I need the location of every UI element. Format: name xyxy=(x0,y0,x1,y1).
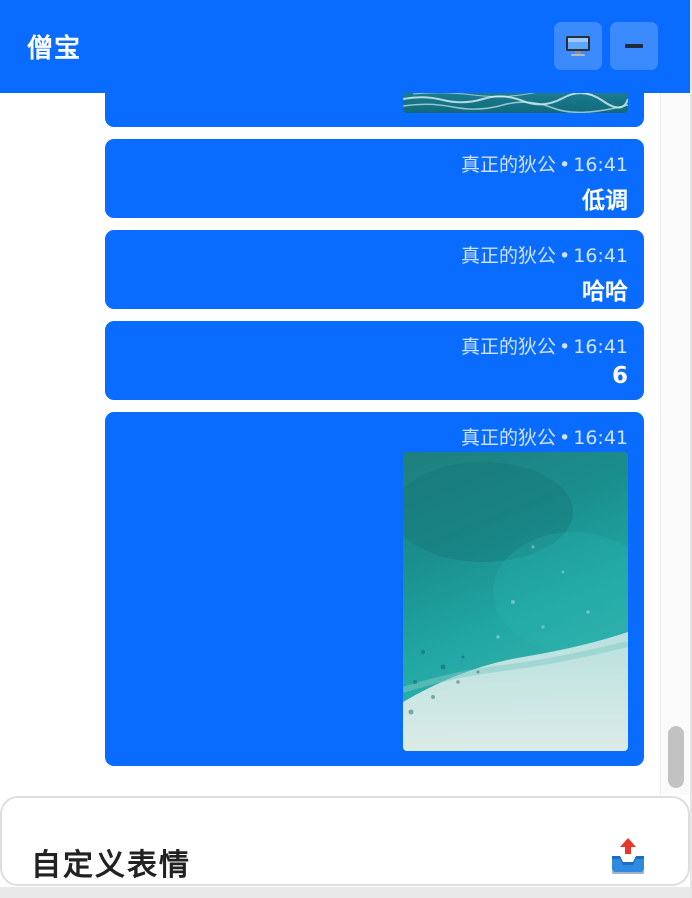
message-meta: 真正的狄公 • 16:41 xyxy=(461,423,628,450)
message-meta: 真正的狄公 • 16:41 xyxy=(461,150,628,177)
message-bubble-image[interactable]: 真正的狄公 • 16:41 xyxy=(105,412,644,766)
message-text: 哈哈 xyxy=(582,279,628,305)
sender-name: 真正的狄公 xyxy=(461,245,557,267)
monitor-button[interactable] xyxy=(554,22,602,70)
scrollbar-track[interactable] xyxy=(660,93,690,795)
message-time: 16:41 xyxy=(573,336,628,358)
message-image[interactable] xyxy=(403,452,628,751)
sender-name: 真正的狄公 xyxy=(461,427,557,449)
meta-separator: • xyxy=(559,427,571,449)
upload-tray-icon xyxy=(612,838,644,874)
message-bubble[interactable]: 真正的狄公 • 16:41 哈哈 xyxy=(105,230,644,309)
sender-name: 真正的狄公 xyxy=(461,336,557,358)
scrollbar-thumb[interactable] xyxy=(668,726,684,788)
meta-separator: • xyxy=(559,336,571,358)
sea-image xyxy=(403,93,628,113)
chat-title: 僧宝 xyxy=(27,34,82,64)
message-meta: 真正的狄公 • 16:41 xyxy=(461,241,628,268)
message-bubble-image[interactable] xyxy=(105,93,644,127)
message-time: 16:41 xyxy=(573,154,628,176)
bottom-edge xyxy=(0,887,692,898)
custom-emoji-label[interactable]: 自定义表情 xyxy=(31,840,191,884)
meta-separator: • xyxy=(559,154,571,176)
message-meta: 真正的狄公 • 16:41 xyxy=(461,332,628,359)
message-list[interactable]: 真正的狄公 • 16:41 低调 真正的狄公 • 16:41 哈哈 真正的狄公 • 16:4… xyxy=(0,93,660,795)
sender-name: 真正的狄公 xyxy=(461,154,557,176)
minimize-icon xyxy=(625,44,643,48)
composer-panel: 自定义表情 xyxy=(0,796,690,886)
message-image[interactable] xyxy=(403,93,628,113)
message-time: 16:41 xyxy=(573,427,628,449)
minimize-button[interactable] xyxy=(610,22,658,70)
upload-button[interactable] xyxy=(608,836,648,876)
message-text: 低调 xyxy=(582,188,628,214)
meta-separator: • xyxy=(559,245,571,267)
message-text: 6 xyxy=(611,363,628,389)
message-time: 16:41 xyxy=(573,245,628,267)
message-bubble[interactable]: 真正的狄公 • 16:41 低调 xyxy=(105,139,644,218)
message-bubble[interactable]: 真正的狄公 • 16:41 6 xyxy=(105,321,644,400)
monitor-icon xyxy=(566,36,590,56)
chat-header: 僧宝 xyxy=(0,0,690,93)
water-image xyxy=(403,452,628,751)
